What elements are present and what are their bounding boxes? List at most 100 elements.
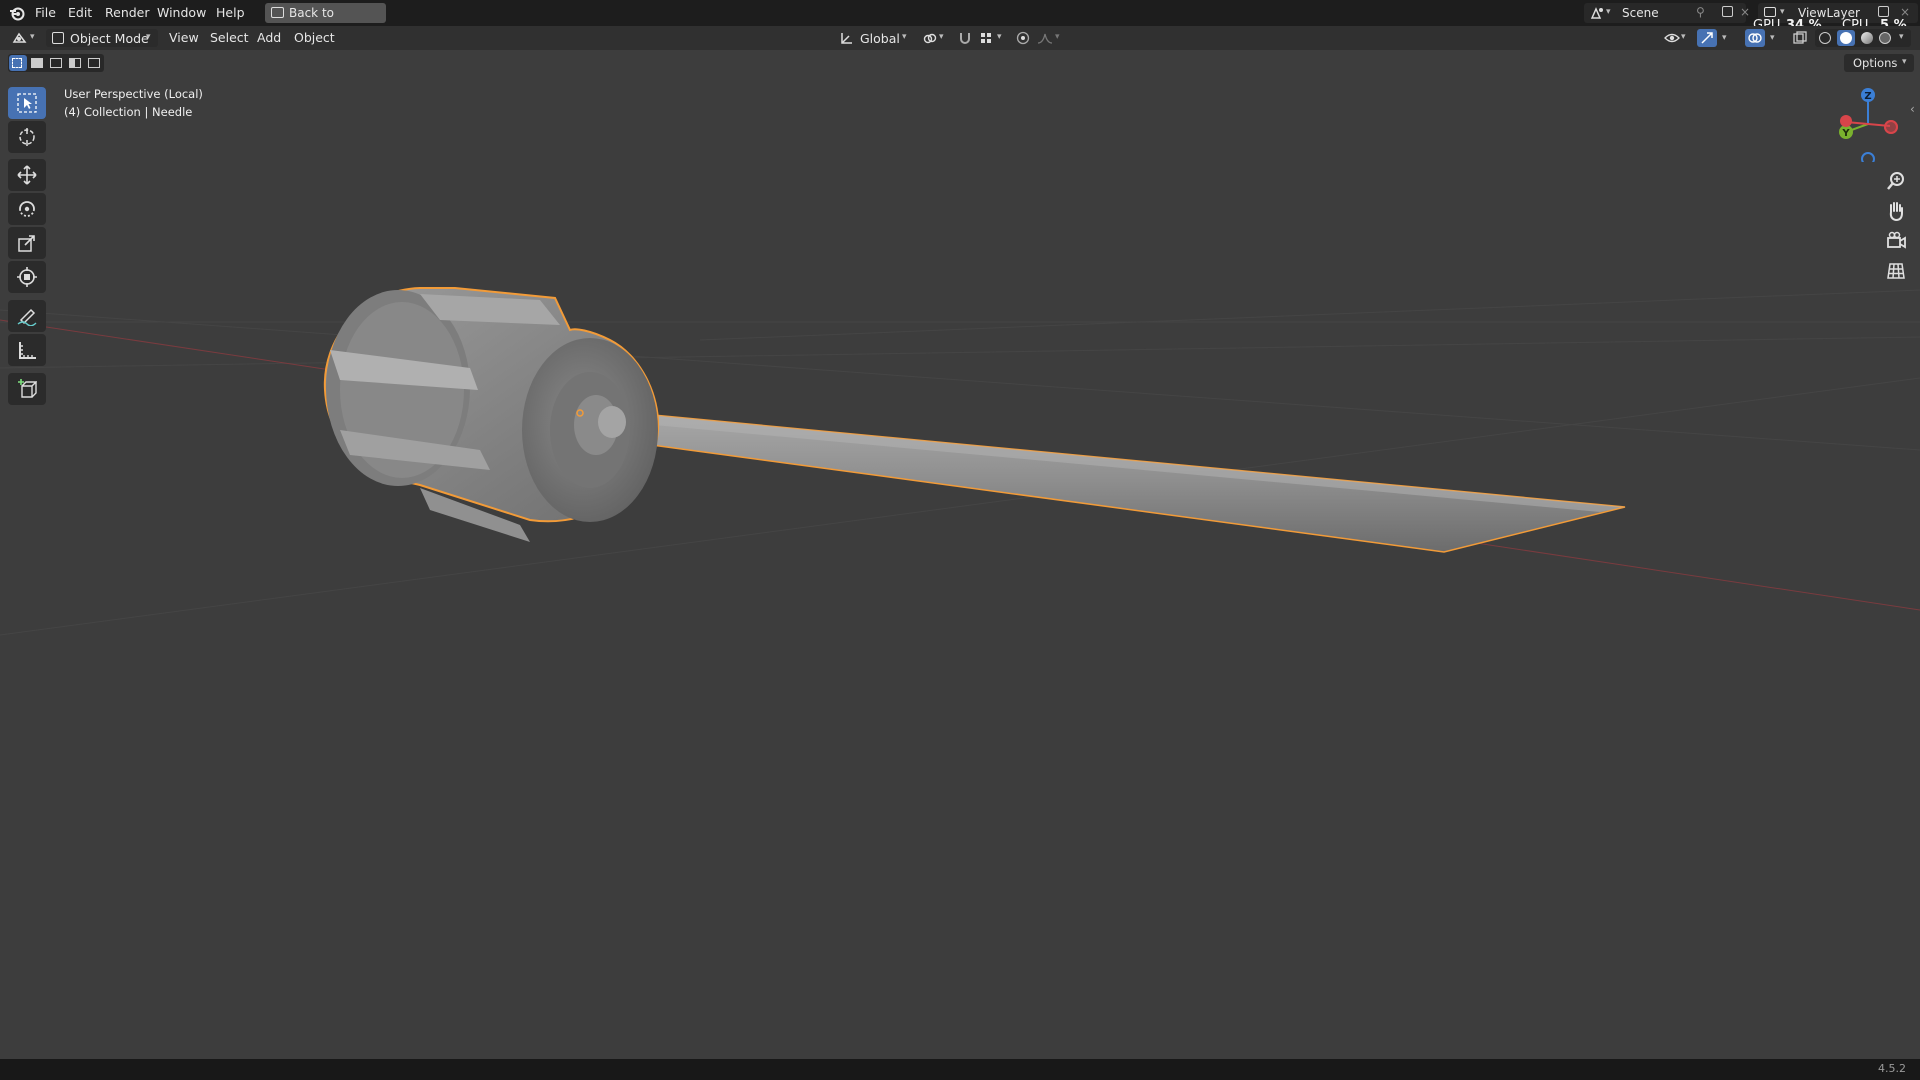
scale-icon: [18, 235, 35, 252]
chevron-down-icon: ▾: [146, 32, 151, 42]
gizmo-x-axis-icon[interactable]: [1840, 115, 1852, 127]
options-dropdown[interactable]: Options ▾: [1844, 54, 1914, 72]
chevron-down-icon: ▾: [1902, 57, 1907, 67]
pivot-icon: [923, 33, 937, 44]
falloff-dropdown[interactable]: ▾: [1035, 29, 1065, 47]
snap-target-dropdown[interactable]: ▾: [977, 29, 1007, 47]
editor-type-dropdown[interactable]: ▾: [8, 29, 42, 47]
move-icon: [17, 165, 37, 185]
gizmo-neg-z-icon[interactable]: [1861, 152, 1875, 162]
overlays-options-chevron-icon[interactable]: ▾: [1770, 33, 1775, 43]
orientation-label: Global: [860, 31, 900, 46]
object-mode-icon: [52, 32, 64, 44]
select-subtract-icon[interactable]: [50, 58, 62, 68]
shading-mode-group: ▾: [1815, 29, 1911, 47]
status-bar: 4.5.2: [0, 1059, 1920, 1080]
overlays-icon: [1748, 33, 1762, 43]
gizmo-options-chevron-icon[interactable]: ▾: [1722, 33, 1727, 43]
tool-move[interactable]: [8, 159, 46, 191]
chevron-down-icon: ▾: [902, 32, 907, 42]
tool-cursor[interactable]: [8, 121, 46, 153]
menu-select[interactable]: Select: [210, 30, 249, 45]
sidebar-toggle-icon[interactable]: ‹: [1910, 102, 1915, 116]
needle-mesh[interactable]: [323, 287, 1626, 553]
scene-selector[interactable]: ▾ Scene ⚲ ×: [1584, 3, 1750, 23]
tool-annotate[interactable]: [8, 300, 46, 332]
select-intersect-icon[interactable]: [88, 58, 100, 68]
snap-toggle[interactable]: [955, 29, 975, 47]
select-new-button[interactable]: [9, 55, 27, 71]
blender-logo-icon[interactable]: [8, 4, 26, 22]
close-icon[interactable]: ×: [1900, 5, 1910, 19]
chevron-down-icon: ▾: [997, 32, 1002, 42]
navigation-gizmo[interactable]: Z Y: [1830, 82, 1910, 162]
menu-add[interactable]: Add: [257, 30, 281, 45]
zoom-icon: [1887, 172, 1904, 190]
chevron-down-icon: ▾: [939, 32, 944, 42]
wireframe-shading-icon[interactable]: [1819, 32, 1831, 44]
zoom-control[interactable]: [1882, 168, 1910, 194]
close-icon[interactable]: ×: [1740, 5, 1750, 19]
pivot-point-dropdown[interactable]: ▾: [920, 29, 948, 47]
grid-projection-icon: [1887, 263, 1905, 279]
falloff-curve-icon: [1037, 33, 1053, 44]
mode-dropdown[interactable]: Object Mode ▾: [46, 29, 158, 47]
menu-view[interactable]: View: [169, 30, 199, 45]
rendered-shading-icon[interactable]: [1879, 32, 1891, 44]
shading-options-chevron-icon[interactable]: ▾: [1899, 32, 1904, 42]
material-preview-icon[interactable]: [1861, 32, 1873, 44]
select-extend-icon[interactable]: [31, 58, 43, 68]
measure-ruler-icon: [19, 342, 36, 359]
scene-icon: [1590, 7, 1603, 19]
xray-toggle[interactable]: [1790, 29, 1810, 47]
top-menu-bar: File Edit Render Window Help Back to Pre…: [0, 0, 1920, 40]
menu-file[interactable]: File: [35, 5, 56, 20]
solid-shading-button[interactable]: [1837, 30, 1855, 46]
tool-transform[interactable]: [8, 261, 46, 293]
add-cube-icon: [18, 379, 37, 398]
tool-scale[interactable]: [8, 227, 46, 259]
snap-grid-icon: [981, 33, 991, 43]
new-view-layer-icon[interactable]: [1878, 6, 1889, 17]
pan-control[interactable]: [1882, 198, 1910, 224]
proportional-edit-icon: [1016, 31, 1030, 45]
visibility-dropdown[interactable]: ▾: [1662, 29, 1690, 47]
tool-add-cube[interactable]: [8, 373, 46, 405]
viewport-header: ▾ Object Mode ▾ View Select Add Object G…: [0, 26, 1920, 50]
gizmo-toggle[interactable]: [1697, 29, 1717, 47]
annotate-pencil-icon: [17, 308, 37, 326]
magnet-icon: [960, 33, 970, 44]
back-to-previous-button[interactable]: Back to Previous: [265, 3, 386, 40]
tool-select-box[interactable]: [8, 87, 46, 119]
3d-viewport[interactable]: User Perspective (Local) (4) Collection …: [0, 50, 1920, 1059]
pin-icon[interactable]: ⚲: [1696, 5, 1705, 19]
menu-help[interactable]: Help: [216, 5, 245, 20]
select-invert-icon[interactable]: [69, 58, 81, 68]
select-mode-group: [8, 54, 104, 72]
transform-orientation-dropdown[interactable]: Global ▾: [836, 29, 912, 47]
select-box-icon: [17, 93, 37, 113]
menu-object[interactable]: Object: [294, 30, 335, 45]
overlays-toggle[interactable]: [1745, 29, 1765, 47]
version-label: 4.5.2: [1878, 1062, 1906, 1075]
gizmo-z-label: Z: [1864, 91, 1871, 102]
chevron-down-icon: ▾: [30, 32, 35, 42]
new-scene-icon[interactable]: [1722, 6, 1733, 17]
eye-icon: [1664, 33, 1680, 43]
rotate-icon: [19, 201, 35, 217]
screen-icon: [271, 7, 284, 18]
menu-render[interactable]: Render: [105, 5, 150, 20]
tool-rotate[interactable]: [8, 193, 46, 225]
proportional-edit-toggle[interactable]: [1014, 29, 1032, 47]
collection-label: (4) Collection | Needle: [64, 105, 193, 119]
orientation-icon: [841, 33, 852, 44]
menu-edit[interactable]: Edit: [68, 5, 92, 20]
select-new-icon: [12, 58, 22, 68]
camera-view-control[interactable]: [1882, 228, 1910, 254]
mode-label: Object Mode: [70, 31, 149, 46]
projection-toggle-control[interactable]: [1882, 258, 1910, 284]
solid-shading-icon: [1840, 32, 1852, 44]
tool-measure[interactable]: [8, 334, 46, 366]
chevron-down-icon: ▾: [1055, 32, 1060, 42]
menu-window[interactable]: Window: [157, 5, 206, 20]
